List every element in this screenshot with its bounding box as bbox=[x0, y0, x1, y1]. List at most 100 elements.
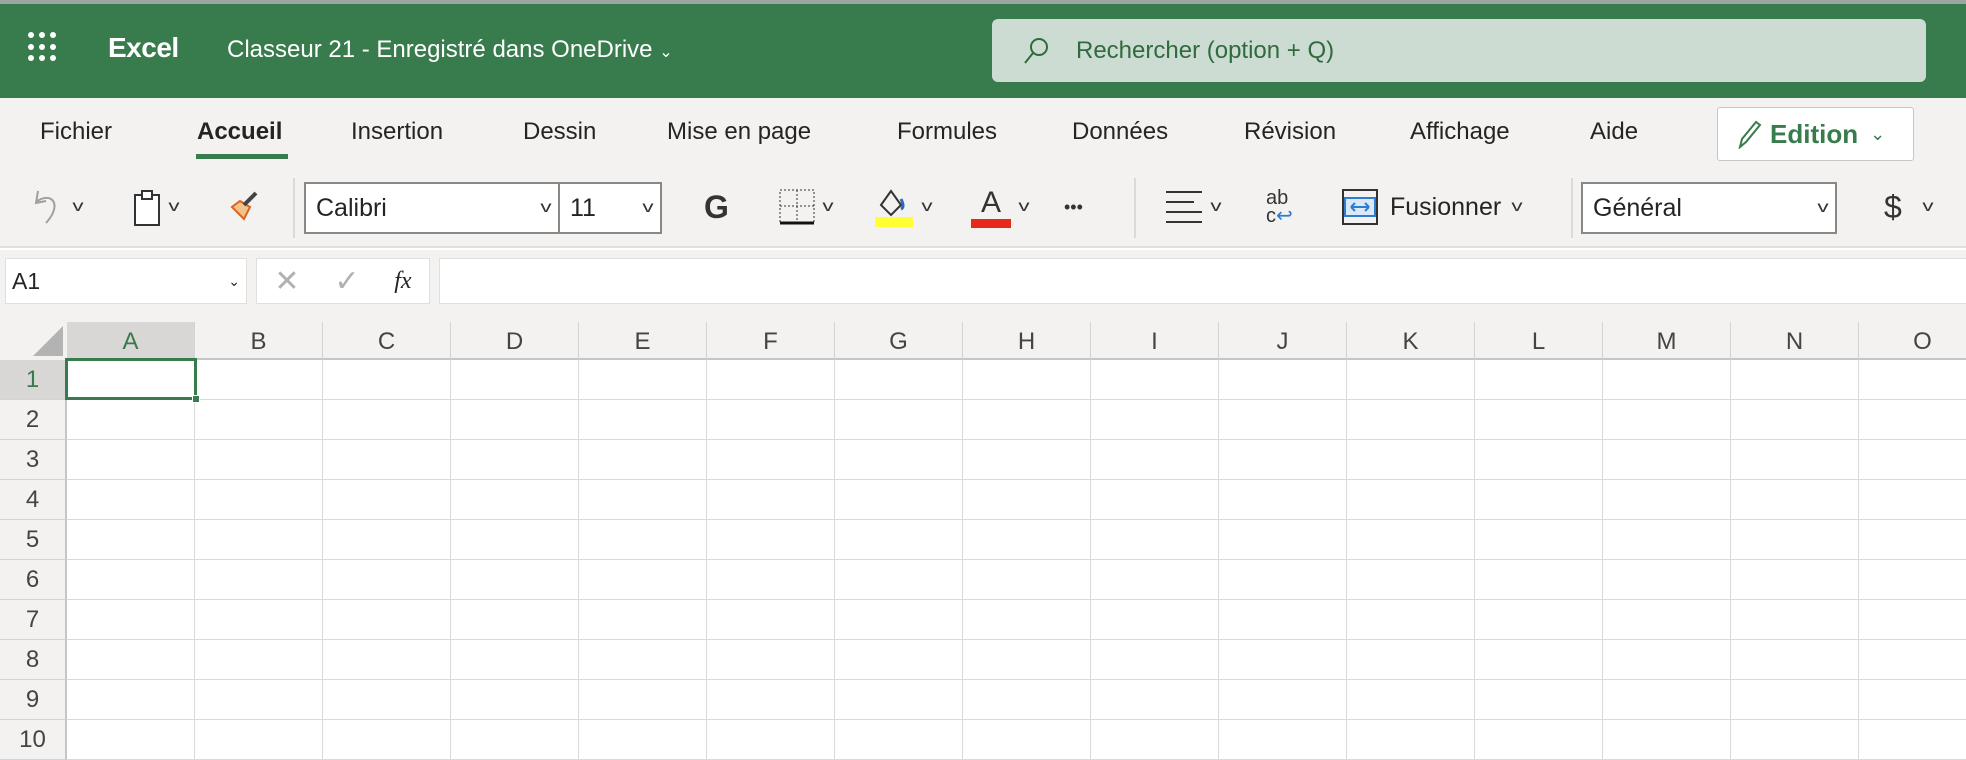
cell-A3[interactable] bbox=[67, 440, 195, 480]
wrap-text-button[interactable]: ab c↩ bbox=[1266, 180, 1293, 234]
tab-revision[interactable]: Révision bbox=[1244, 118, 1336, 146]
column-header-A[interactable]: A bbox=[67, 322, 195, 360]
cell-K5[interactable] bbox=[1347, 520, 1475, 560]
cell-I1[interactable] bbox=[1091, 360, 1219, 400]
cell-D2[interactable] bbox=[451, 400, 579, 440]
cell-M10[interactable] bbox=[1603, 720, 1731, 760]
cell-B9[interactable] bbox=[195, 680, 323, 720]
cell-J6[interactable] bbox=[1219, 560, 1347, 600]
cell-H4[interactable] bbox=[963, 480, 1091, 520]
cell-E2[interactable] bbox=[579, 400, 707, 440]
cell-M4[interactable] bbox=[1603, 480, 1731, 520]
cell-M6[interactable] bbox=[1603, 560, 1731, 600]
cell-J1[interactable] bbox=[1219, 360, 1347, 400]
bold-button[interactable]: G bbox=[704, 180, 729, 234]
cell-B1[interactable] bbox=[195, 360, 323, 400]
cell-E6[interactable] bbox=[579, 560, 707, 600]
row-header-1[interactable]: 1 bbox=[0, 360, 67, 400]
cell-D4[interactable] bbox=[451, 480, 579, 520]
column-header-N[interactable]: N bbox=[1731, 322, 1859, 360]
cell-J9[interactable] bbox=[1219, 680, 1347, 720]
cell-A2[interactable] bbox=[67, 400, 195, 440]
cell-F2[interactable] bbox=[707, 400, 835, 440]
cell-H7[interactable] bbox=[963, 600, 1091, 640]
spreadsheet-grid[interactable]: A B C D E F G H I J K L M N O 1 2 3 4 5 6 7 8 9 10 bbox=[0, 322, 1966, 760]
cell-L1[interactable] bbox=[1475, 360, 1603, 400]
cell-I5[interactable] bbox=[1091, 520, 1219, 560]
cell-B7[interactable] bbox=[195, 600, 323, 640]
cell-G8[interactable] bbox=[835, 640, 963, 680]
cell-O3[interactable] bbox=[1859, 440, 1966, 480]
tab-formules[interactable]: Formules bbox=[897, 118, 997, 146]
paste-button[interactable]: v bbox=[132, 180, 180, 234]
cell-G10[interactable] bbox=[835, 720, 963, 760]
cell-L9[interactable] bbox=[1475, 680, 1603, 720]
column-header-F[interactable]: F bbox=[707, 322, 835, 360]
cell-H6[interactable] bbox=[963, 560, 1091, 600]
cell-M2[interactable] bbox=[1603, 400, 1731, 440]
cell-I3[interactable] bbox=[1091, 440, 1219, 480]
cell-K3[interactable] bbox=[1347, 440, 1475, 480]
cell-N6[interactable] bbox=[1731, 560, 1859, 600]
cell-D5[interactable] bbox=[451, 520, 579, 560]
cell-E7[interactable] bbox=[579, 600, 707, 640]
cell-N7[interactable] bbox=[1731, 600, 1859, 640]
cell-G9[interactable] bbox=[835, 680, 963, 720]
cell-H10[interactable] bbox=[963, 720, 1091, 760]
cell-D3[interactable] bbox=[451, 440, 579, 480]
cell-C9[interactable] bbox=[323, 680, 451, 720]
tab-affichage[interactable]: Affichage bbox=[1410, 118, 1510, 146]
cell-M7[interactable] bbox=[1603, 600, 1731, 640]
tab-dessin[interactable]: Dessin bbox=[523, 118, 596, 146]
cell-J7[interactable] bbox=[1219, 600, 1347, 640]
cell-E1[interactable] bbox=[579, 360, 707, 400]
select-all-button[interactable] bbox=[0, 322, 67, 360]
cell-G6[interactable] bbox=[835, 560, 963, 600]
name-box[interactable]: A1 ⌄ bbox=[5, 258, 247, 304]
cell-H2[interactable] bbox=[963, 400, 1091, 440]
cell-E5[interactable] bbox=[579, 520, 707, 560]
cancel-icon[interactable]: ✕ bbox=[274, 264, 299, 299]
tab-insertion[interactable]: Insertion bbox=[351, 118, 443, 146]
cell-O7[interactable] bbox=[1859, 600, 1966, 640]
cell-K2[interactable] bbox=[1347, 400, 1475, 440]
cell-G1[interactable] bbox=[835, 360, 963, 400]
cell-N4[interactable] bbox=[1731, 480, 1859, 520]
cell-F3[interactable] bbox=[707, 440, 835, 480]
cell-G7[interactable] bbox=[835, 600, 963, 640]
cell-J8[interactable] bbox=[1219, 640, 1347, 680]
column-header-I[interactable]: I bbox=[1091, 322, 1219, 360]
cell-L6[interactable] bbox=[1475, 560, 1603, 600]
row-header-3[interactable]: 3 bbox=[0, 440, 67, 480]
cell-E3[interactable] bbox=[579, 440, 707, 480]
cell-D7[interactable] bbox=[451, 600, 579, 640]
cell-C1[interactable] bbox=[323, 360, 451, 400]
cell-J10[interactable] bbox=[1219, 720, 1347, 760]
column-header-D[interactable]: D bbox=[451, 322, 579, 360]
cell-M9[interactable] bbox=[1603, 680, 1731, 720]
cell-L8[interactable] bbox=[1475, 640, 1603, 680]
cell-A6[interactable] bbox=[67, 560, 195, 600]
column-header-E[interactable]: E bbox=[579, 322, 707, 360]
cell-N1[interactable] bbox=[1731, 360, 1859, 400]
undo-button[interactable]: v bbox=[32, 180, 84, 234]
cell-B5[interactable] bbox=[195, 520, 323, 560]
cell-K7[interactable] bbox=[1347, 600, 1475, 640]
cell-E10[interactable] bbox=[579, 720, 707, 760]
cell-F10[interactable] bbox=[707, 720, 835, 760]
formula-input[interactable] bbox=[439, 258, 1966, 304]
row-header-7[interactable]: 7 bbox=[0, 600, 67, 640]
document-title[interactable]: Classeur 21 - Enregistré dans OneDrive ⌄ bbox=[227, 36, 673, 64]
cell-N2[interactable] bbox=[1731, 400, 1859, 440]
cell-M3[interactable] bbox=[1603, 440, 1731, 480]
cell-C5[interactable] bbox=[323, 520, 451, 560]
cell-L7[interactable] bbox=[1475, 600, 1603, 640]
confirm-icon[interactable]: ✓ bbox=[334, 264, 359, 299]
merge-button[interactable]: Fusionner v bbox=[1342, 180, 1523, 234]
tab-fichier[interactable]: Fichier bbox=[40, 118, 112, 146]
column-header-C[interactable]: C bbox=[323, 322, 451, 360]
row-header-8[interactable]: 8 bbox=[0, 640, 67, 680]
cell-I8[interactable] bbox=[1091, 640, 1219, 680]
cell-K6[interactable] bbox=[1347, 560, 1475, 600]
cell-C4[interactable] bbox=[323, 480, 451, 520]
